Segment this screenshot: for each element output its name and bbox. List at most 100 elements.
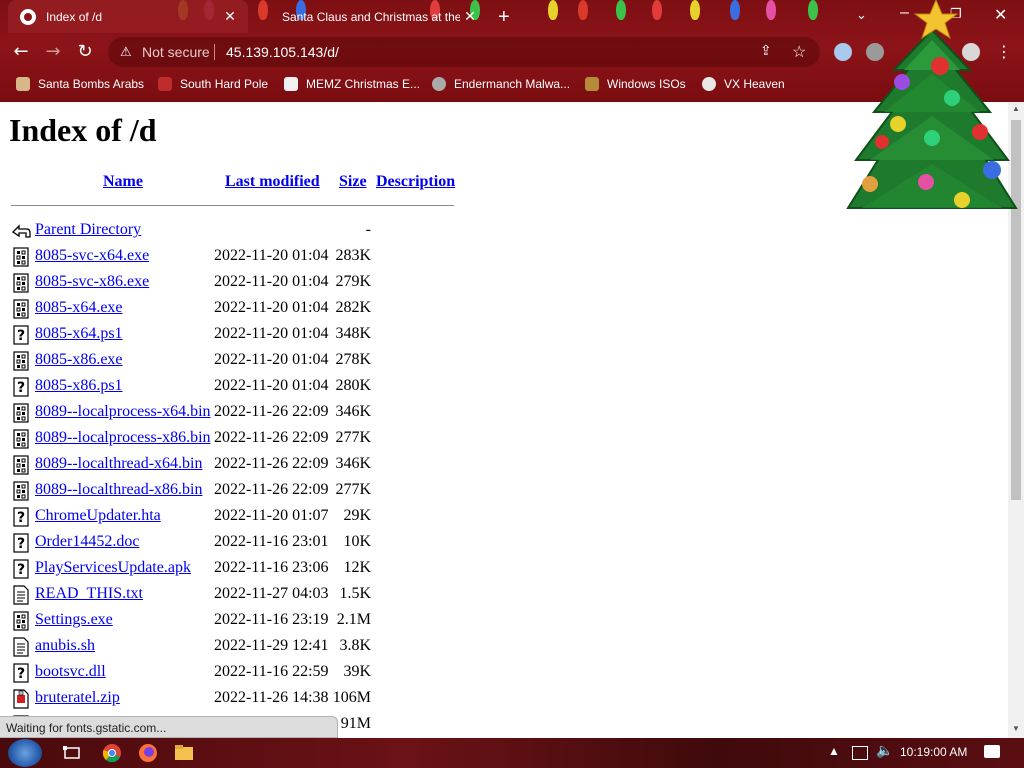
tab-index-of-d[interactable]: Index of /d ✕ [8, 0, 248, 33]
file-link[interactable]: bootsvc.dll [35, 663, 106, 681]
bookmark-label: MEMZ Christmas E... [306, 77, 421, 91]
svg-text:?: ? [17, 666, 25, 682]
svg-text:?: ? [17, 380, 25, 396]
file-link[interactable]: 8089--localprocess-x86.bin [35, 429, 211, 447]
file-link[interactable]: READ_THIS.txt [35, 585, 143, 603]
file-link[interactable]: 8085-svc-x86.exe [35, 273, 149, 291]
table-row: 8085-svc-x64.exe 2022-11-20 01:04 283K [11, 245, 471, 271]
bookmark-star-icon[interactable]: ☆ [792, 42, 806, 62]
table-row-parent: Parent Directory - [11, 219, 471, 245]
divider [11, 205, 454, 206]
scroll-down-arrow-icon[interactable]: ▼ [1012, 724, 1020, 733]
table-row: 8085-x64.exe 2022-11-20 01:04 282K [11, 297, 471, 323]
table-row: 8089--localprocess-x86.bin 2022-11-26 22:… [11, 427, 471, 453]
file-link[interactable]: 8089--localthread-x64.bin [35, 455, 203, 473]
firefox-icon[interactable] [138, 743, 158, 763]
file-link[interactable]: 8089--localthread-x86.bin [35, 481, 203, 499]
table-row: 8085-x86.exe 2022-11-20 01:04 278K [11, 349, 471, 375]
file-explorer-icon[interactable] [174, 743, 194, 763]
text-file-icon [13, 585, 29, 605]
file-link[interactable]: 8085-x86.ps1 [35, 377, 123, 395]
page-icon [284, 77, 298, 91]
column-header-name[interactable]: Name [103, 173, 143, 191]
light-bulb-decoration [548, 0, 558, 20]
address-bar[interactable]: ⚠ Not secure 45.139.105.143/d/ ⇪ ☆ [108, 37, 820, 67]
column-header-last-modified[interactable]: Last modified [225, 173, 320, 191]
file-modified: 2022-11-16 23:06 [214, 559, 329, 576]
tray-chevron-up-icon[interactable]: ▲ [828, 744, 840, 759]
light-bulb-decoration [690, 0, 700, 20]
light-bulb-decoration [578, 0, 588, 20]
bookmark-memz-christmas[interactable]: MEMZ Christmas E... [284, 77, 420, 91]
share-icon[interactable]: ⇪ [760, 43, 772, 60]
file-link[interactable]: bruteratel.zip [35, 689, 120, 707]
table-row: ? Order14452.doc 2022-11-16 23:01 10K [11, 531, 471, 557]
column-header-size[interactable]: Size [339, 173, 367, 191]
file-link[interactable]: PlayServicesUpdate.apk [35, 559, 191, 577]
skull-icon [702, 77, 716, 91]
unknown-file-icon: ? [13, 325, 29, 345]
light-bulb-decoration [652, 0, 662, 20]
volume-icon[interactable]: 🔈 [876, 743, 893, 760]
file-modified: 2022-11-20 01:07 [214, 507, 329, 524]
unknown-file-icon: ? [13, 377, 29, 397]
bookmark-vx-heaven[interactable]: VX Heaven [702, 77, 785, 91]
compressed-file-icon [13, 689, 29, 709]
file-size: 279K [335, 273, 371, 290]
file-link[interactable]: Settings.exe [35, 611, 113, 629]
warning-triangle-icon[interactable]: ⚠ [120, 44, 132, 60]
security-label[interactable]: Not secure [142, 44, 210, 60]
file-link[interactable]: anubis.sh [35, 637, 95, 655]
forward-arrow-icon[interactable]: → [42, 41, 64, 63]
tab-santa-claus[interactable]: Santa Claus and Christmas at the ✕ [248, 0, 488, 33]
file-size: 283K [335, 247, 371, 264]
new-tab-button[interactable]: + [498, 6, 510, 29]
bookmark-santa-bombs-arabs[interactable]: Santa Bombs Arabs [16, 77, 144, 91]
cat-icon [432, 77, 446, 91]
network-icon[interactable] [852, 746, 868, 760]
chrome-icon[interactable] [102, 743, 122, 763]
file-size: 10K [343, 533, 371, 550]
bookmark-south-hard-pole[interactable]: South Hard Pole [158, 77, 268, 91]
file-modified: 2022-11-20 01:04 [214, 377, 329, 394]
file-modified: 2022-11-16 23:01 [214, 533, 329, 550]
close-icon[interactable]: ✕ [220, 8, 240, 25]
file-link[interactable]: 8085-x64.exe [35, 299, 123, 317]
file-link[interactable]: 8089--localprocess-x64.bin [35, 403, 211, 421]
bookmark-windows-isos[interactable]: Windows ISOs [585, 77, 686, 91]
tab-title: Santa Claus and Christmas at the [282, 9, 460, 24]
file-modified: 2022-11-20 01:04 [214, 273, 329, 290]
file-size: 348K [335, 325, 371, 342]
light-bulb-decoration [766, 0, 776, 20]
file-link[interactable]: ChromeUpdater.hta [35, 507, 161, 525]
file-size: 39K [343, 663, 371, 680]
file-link[interactable]: 8085-x64.ps1 [35, 325, 123, 343]
url-text[interactable]: 45.139.105.143/d/ [226, 44, 339, 60]
light-bulb-decoration [730, 0, 740, 20]
file-link[interactable]: Order14452.doc [35, 533, 139, 551]
parent-directory-link[interactable]: Parent Directory [35, 221, 141, 239]
start-button[interactable] [8, 739, 42, 767]
binary-file-icon [13, 273, 29, 293]
file-modified: 2022-11-26 22:09 [214, 455, 329, 472]
bookmark-endermanch-malware[interactable]: Endermanch Malwa... [432, 77, 570, 91]
file-modified: 2022-11-26 22:09 [214, 481, 329, 498]
file-size: 2.1M [336, 611, 371, 628]
tab-title: Index of /d [46, 9, 103, 24]
reload-icon[interactable]: ↻ [74, 41, 96, 63]
task-view-icon[interactable] [62, 743, 82, 763]
file-modified: 2022-11-16 22:59 [214, 663, 329, 680]
file-size: 278K [335, 351, 371, 368]
snowflake-icon [158, 77, 172, 91]
christmas-tree-decoration [846, 0, 1018, 209]
file-link[interactable]: 8085-x86.exe [35, 351, 123, 369]
back-arrow-icon[interactable]: ← [10, 41, 32, 63]
file-size: 106M [332, 689, 371, 706]
file-size: 282K [335, 299, 371, 316]
taskbar-clock[interactable]: 10:19:00 AM [900, 745, 967, 759]
file-link[interactable]: 8085-svc-x64.exe [35, 247, 149, 265]
close-icon[interactable]: ✕ [460, 8, 480, 25]
column-header-description[interactable]: Description [376, 173, 455, 191]
svg-text:?: ? [17, 562, 25, 578]
notification-icon[interactable] [984, 745, 1000, 758]
